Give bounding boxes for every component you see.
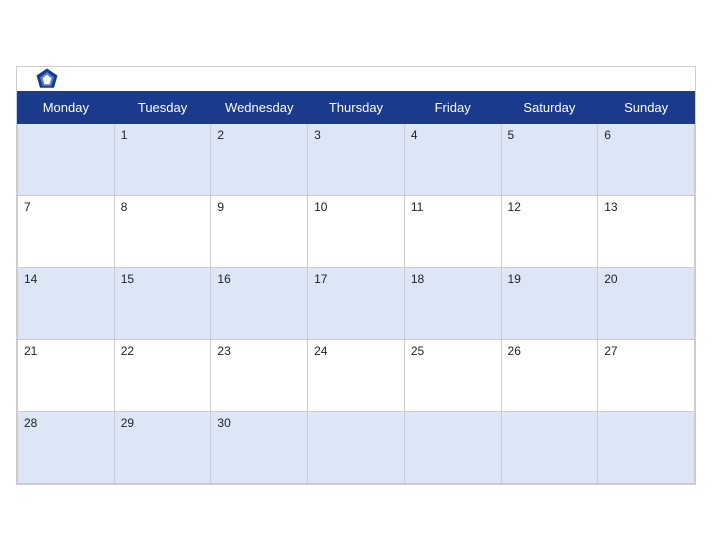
- calendar-day-7: 7: [18, 195, 115, 267]
- calendar-day-6: 6: [598, 123, 695, 195]
- weekday-header-monday: Monday: [18, 91, 115, 123]
- day-number: 6: [604, 128, 611, 142]
- calendar-day-15: 15: [114, 267, 211, 339]
- calendar-day-16: 16: [211, 267, 308, 339]
- calendar-day-18: 18: [404, 267, 501, 339]
- day-number: 5: [508, 128, 515, 142]
- weekday-header-wednesday: Wednesday: [211, 91, 308, 123]
- logo-icon: [33, 65, 61, 93]
- calendar-week-row: 28 29 30: [18, 411, 695, 483]
- calendar-day-19: 19: [501, 267, 598, 339]
- calendar-day-17: 17: [308, 267, 405, 339]
- weekday-header-row: MondayTuesdayWednesdayThursdayFridaySatu…: [18, 91, 695, 123]
- calendar-empty-cell: [404, 411, 501, 483]
- day-number: 8: [121, 200, 128, 214]
- weekday-header-tuesday: Tuesday: [114, 91, 211, 123]
- calendar-day-4: 4: [404, 123, 501, 195]
- calendar-empty-cell: [18, 123, 115, 195]
- calendar-day-1: 1: [114, 123, 211, 195]
- calendar-week-row: 1 2 3 4 5 6: [18, 123, 695, 195]
- day-number: 7: [24, 200, 31, 214]
- calendar-day-10: 10: [308, 195, 405, 267]
- day-number: 11: [411, 200, 423, 214]
- calendar-week-row: 21 22 23 24 25 26 27: [18, 339, 695, 411]
- day-number: 3: [314, 128, 321, 142]
- calendar-day-23: 23: [211, 339, 308, 411]
- day-number: 25: [411, 344, 424, 358]
- day-number: 20: [604, 272, 617, 286]
- calendar-day-26: 26: [501, 339, 598, 411]
- calendar-day-5: 5: [501, 123, 598, 195]
- day-number: 12: [508, 200, 521, 214]
- calendar-grid: MondayTuesdayWednesdayThursdayFridaySatu…: [17, 91, 695, 484]
- calendar-empty-cell: [308, 411, 405, 483]
- day-number: 9: [217, 200, 224, 214]
- day-number: 18: [411, 272, 424, 286]
- day-number: 28: [24, 416, 37, 430]
- calendar-day-25: 25: [404, 339, 501, 411]
- calendar-day-9: 9: [211, 195, 308, 267]
- day-number: 22: [121, 344, 134, 358]
- calendar-day-14: 14: [18, 267, 115, 339]
- calendar: MondayTuesdayWednesdayThursdayFridaySatu…: [16, 66, 696, 485]
- day-number: 21: [24, 344, 37, 358]
- calendar-week-row: 14 15 16 17 18 19 20: [18, 267, 695, 339]
- calendar-day-3: 3: [308, 123, 405, 195]
- weekday-header-saturday: Saturday: [501, 91, 598, 123]
- day-number: 23: [217, 344, 230, 358]
- calendar-day-8: 8: [114, 195, 211, 267]
- calendar-week-row: 7 8 9 10 11 12 13: [18, 195, 695, 267]
- weekday-header-sunday: Sunday: [598, 91, 695, 123]
- calendar-day-27: 27: [598, 339, 695, 411]
- day-number: 10: [314, 200, 327, 214]
- day-number: 4: [411, 128, 418, 142]
- day-number: 29: [121, 416, 134, 430]
- weekday-header-thursday: Thursday: [308, 91, 405, 123]
- day-number: 14: [24, 272, 37, 286]
- calendar-empty-cell: [501, 411, 598, 483]
- calendar-header: [17, 67, 695, 91]
- day-number: 16: [217, 272, 230, 286]
- calendar-day-24: 24: [308, 339, 405, 411]
- day-number: 15: [121, 272, 134, 286]
- day-number: 30: [217, 416, 230, 430]
- calendar-day-11: 11: [404, 195, 501, 267]
- calendar-day-20: 20: [598, 267, 695, 339]
- calendar-day-13: 13: [598, 195, 695, 267]
- day-number: 17: [314, 272, 327, 286]
- calendar-empty-cell: [598, 411, 695, 483]
- calendar-day-22: 22: [114, 339, 211, 411]
- day-number: 13: [604, 200, 617, 214]
- calendar-day-28: 28: [18, 411, 115, 483]
- day-number: 19: [508, 272, 521, 286]
- day-number: 27: [604, 344, 617, 358]
- day-number: 26: [508, 344, 521, 358]
- day-number: 2: [217, 128, 224, 142]
- day-number: 24: [314, 344, 327, 358]
- calendar-day-30: 30: [211, 411, 308, 483]
- day-number: 1: [121, 128, 128, 142]
- calendar-day-21: 21: [18, 339, 115, 411]
- calendar-day-29: 29: [114, 411, 211, 483]
- calendar-day-12: 12: [501, 195, 598, 267]
- calendar-day-2: 2: [211, 123, 308, 195]
- logo-area: [33, 65, 65, 93]
- weekday-header-friday: Friday: [404, 91, 501, 123]
